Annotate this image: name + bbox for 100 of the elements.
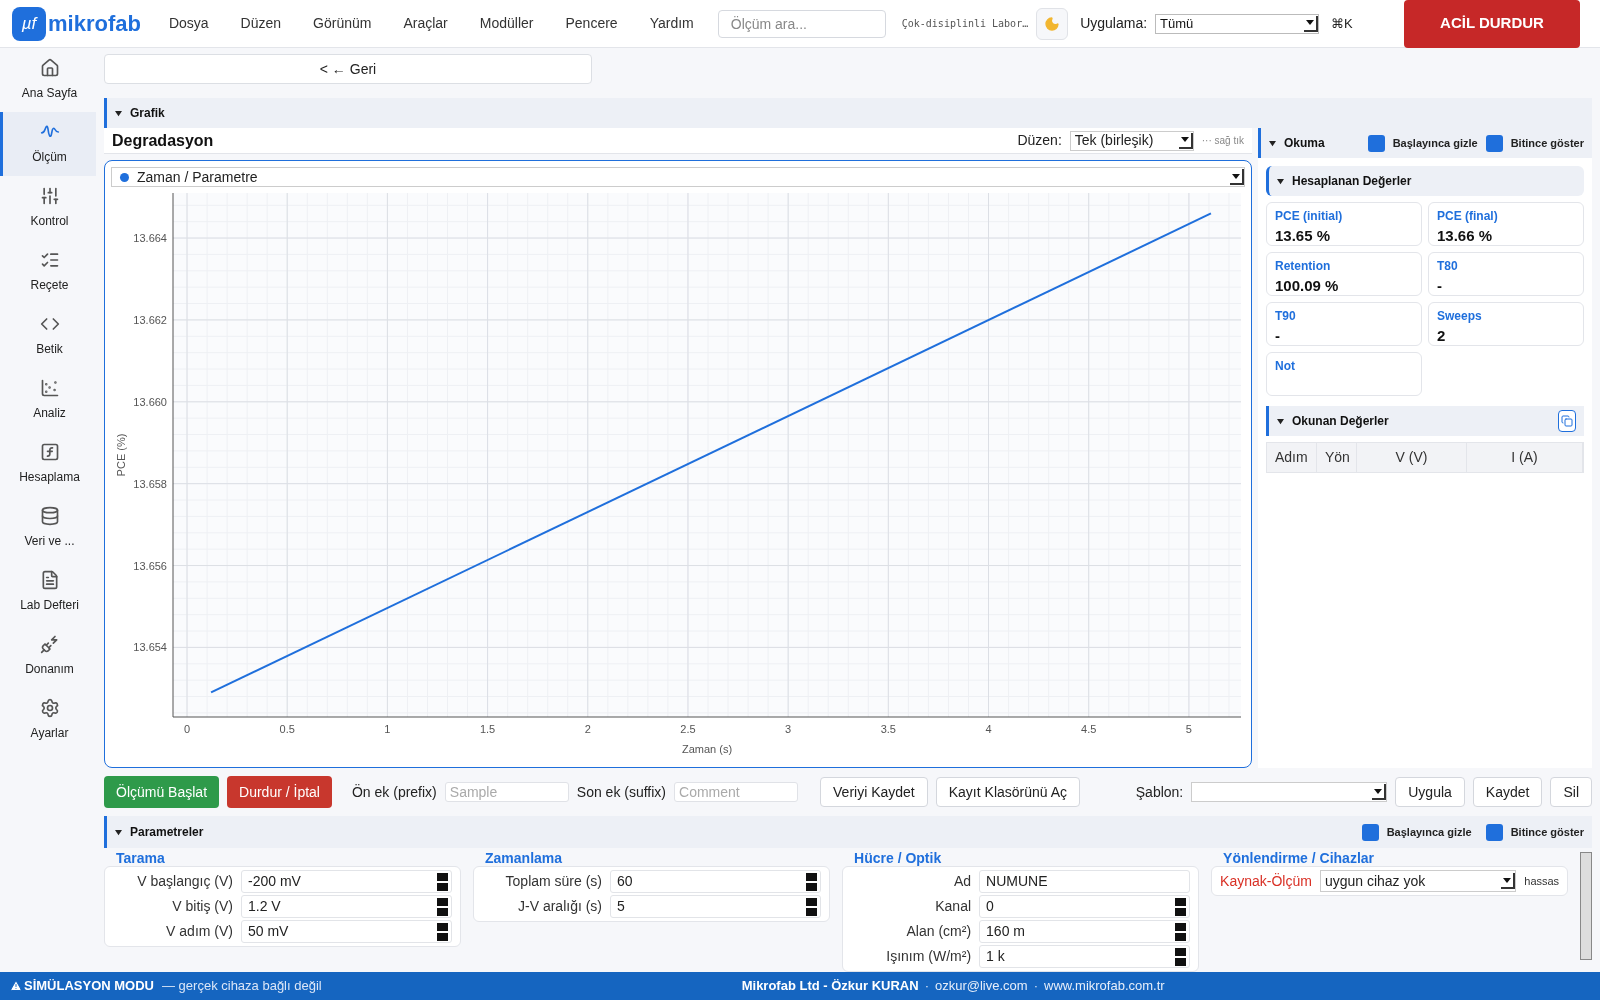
y-tick-label: 13.660 <box>133 395 167 408</box>
card-label: T90 <box>1275 308 1297 325</box>
layout-label: Düzen: <box>1017 131 1062 150</box>
section-header[interactable]: Okunan Değerler <box>1266 406 1584 436</box>
section-header[interactable]: Okuma Başlayınca gizle Bitince göster <box>1258 128 1592 158</box>
section-header[interactable]: Grafik <box>104 98 1592 128</box>
logo-text: mikrofab <box>48 10 141 38</box>
credit-text: ozkur@live.com <box>935 977 1028 996</box>
template-button[interactable]: Kaydet <box>1472 777 1543 807</box>
section-header[interactable]: Parametreler Başlayınca gizle Bitince göster <box>104 816 1592 848</box>
sidebar-item[interactable]: Veri ve ... <box>0 496 96 560</box>
logo-mark: µf <box>12 6 46 41</box>
section-title: Grafik <box>130 105 165 122</box>
sidebar-item[interactable]: Reçete <box>0 240 96 304</box>
app-filter-dropdown[interactable]: Tümü <box>1155 13 1320 34</box>
menu-item[interactable]: Dosya <box>152 13 225 34</box>
x-tick-label: 1 <box>384 723 391 735</box>
field-label: Ad <box>953 872 972 891</box>
menu-item[interactable]: Modüller <box>463 13 550 34</box>
open-folder-button[interactable]: Kayıt Klasörünü Aç <box>935 777 1081 807</box>
search-field[interactable]: Ölçüm ara... <box>717 9 886 38</box>
input-field[interactable]: 0 <box>979 895 1191 918</box>
x-tick-label: 4.5 <box>1081 723 1097 735</box>
chart-title: Degradasyon <box>112 130 214 151</box>
moon-icon <box>1044 15 1061 32</box>
menu-item[interactable]: Pencere <box>549 13 634 34</box>
input-field[interactable]: NUMUNE <box>979 870 1191 893</box>
sidebar-item[interactable]: Hesaplama <box>0 432 96 496</box>
sidebar-item[interactable]: Ana Sayfa <box>0 48 96 112</box>
checkbox[interactable] <box>1485 134 1503 152</box>
section-header[interactable]: Hesaplanan Değerler <box>1266 166 1584 196</box>
hint-text: ··· sağ tık <box>1201 134 1244 148</box>
x-tick-label: 2 <box>584 723 591 735</box>
sidebar-item[interactable]: Analiz <box>0 368 96 432</box>
checkbox[interactable] <box>1361 823 1379 841</box>
menu-item[interactable]: Yardım <box>633 13 710 34</box>
warning-icon <box>10 980 22 992</box>
mode-note: hassas <box>1524 873 1560 889</box>
caret-icon <box>1277 177 1284 185</box>
field-label: J-V aralığı (s) <box>518 897 603 916</box>
card-label: Not <box>1275 358 1296 375</box>
dropdown[interactable]: uygun cihaz yok <box>1319 870 1517 892</box>
group-title: Yönlendirme / Cihazlar <box>1222 850 1376 866</box>
checkbox-label: Bitince göster <box>1510 135 1584 151</box>
field-label: Alan (cm²) <box>906 922 972 941</box>
input-field[interactable]: 1.2 V <box>241 895 453 918</box>
input-field[interactable]: 1 k <box>979 945 1191 968</box>
group-title: Zamanlama <box>484 850 564 866</box>
menu-item[interactable]: Araçlar <box>387 13 464 34</box>
checkbox-label: Başlayınca gizle <box>1386 824 1472 840</box>
sidebar-item[interactable]: Lab Defteri <box>0 560 96 624</box>
copy-button[interactable] <box>1558 410 1576 432</box>
y-tick-label: 13.654 <box>133 641 167 654</box>
caret-icon <box>115 109 122 117</box>
card-label: T80 <box>1437 258 1459 275</box>
menu-item[interactable]: Görünüm <box>297 13 388 34</box>
card-label: PCE (initial) <box>1275 208 1344 225</box>
field-label: Toplam süre (s) <box>505 872 603 891</box>
sidebar-item[interactable]: Ayarlar <box>0 688 96 752</box>
field-label: Kanal <box>935 897 972 916</box>
back-button[interactable]: < ← Geri <box>104 54 592 84</box>
prefix-field[interactable]: Sample <box>444 782 569 802</box>
section-title: Parametreler <box>130 824 204 841</box>
function-icon <box>39 442 60 462</box>
section-title: Okunan Değerler <box>1292 413 1389 430</box>
checkbox[interactable] <box>1367 134 1385 152</box>
template-button[interactable]: Sil <box>1550 777 1592 807</box>
home-icon <box>39 58 60 78</box>
caret-icon <box>1269 139 1276 147</box>
checklist-icon <box>39 250 60 270</box>
sidebar-item[interactable]: Kontrol <box>0 176 96 240</box>
input-field[interactable]: -200 mV <box>241 870 453 893</box>
y-tick-label: 13.658 <box>133 477 167 490</box>
series-dropdown[interactable]: Zaman / Parametre <box>111 167 1245 187</box>
menu-item[interactable]: Düzen <box>224 13 298 34</box>
save-data-button[interactable]: Veriyi Kaydet <box>820 777 928 807</box>
checkbox[interactable] <box>1485 823 1503 841</box>
input-field[interactable]: 160 m <box>979 920 1191 943</box>
layout-dropdown[interactable]: Tek (birleşik) <box>1069 130 1194 151</box>
scrollbar[interactable] <box>1580 852 1592 960</box>
column-header: V (V) <box>1357 443 1467 472</box>
x-tick-label: 5 <box>1185 723 1192 735</box>
input-field[interactable]: 60 <box>610 870 822 893</box>
suffix-field[interactable]: Comment <box>674 782 799 802</box>
sidebar-item[interactable]: Donanım <box>0 624 96 688</box>
template-button[interactable]: Uygula <box>1395 777 1465 807</box>
sidebar-item[interactable]: Ölçüm <box>0 112 96 176</box>
emergency-stop-button[interactable]: ACİL DURDUR <box>1404 0 1580 48</box>
stop-button[interactable]: Durdur / İptal <box>227 776 332 808</box>
section-title: Hesaplanan Değerler <box>1292 173 1412 190</box>
card-value: - <box>1437 276 1443 296</box>
card-value: 13.65 % <box>1275 226 1332 246</box>
input-field[interactable]: 5 <box>610 895 822 918</box>
card-value: 100.09 % <box>1275 276 1340 296</box>
start-button[interactable]: Ölçümü Başlat <box>104 776 220 808</box>
field-label: V adım (V) <box>166 922 233 941</box>
input-field[interactable]: 50 mV <box>241 920 453 943</box>
sidebar-item[interactable]: Betik <box>0 304 96 368</box>
mode-label: SİMÜLASYON MODU <box>24 977 154 996</box>
field-label: Işınım (W/m²) <box>886 947 972 966</box>
